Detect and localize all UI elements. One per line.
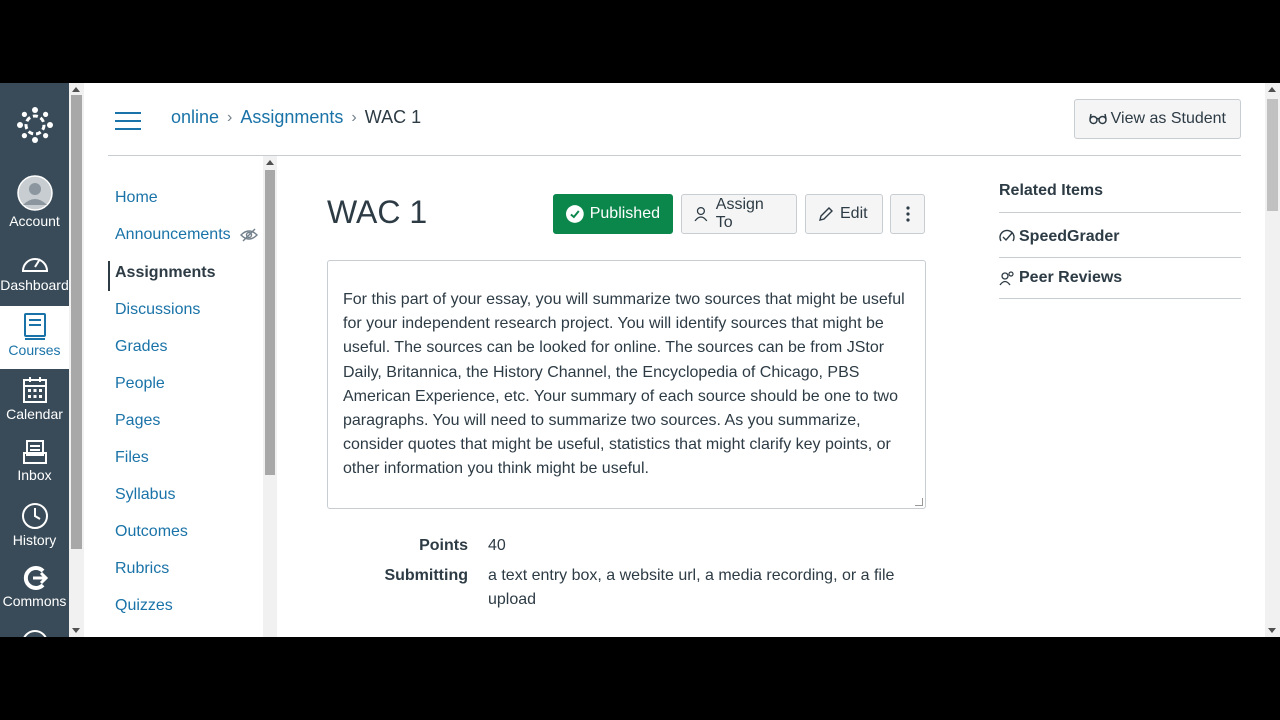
courses-icon xyxy=(23,313,46,340)
scrollbar-thumb[interactable] xyxy=(265,170,275,475)
breadcrumb-chevron-icon: › xyxy=(227,108,233,126)
course-nav-home[interactable]: Home xyxy=(115,189,158,207)
speedgrader-icon xyxy=(999,229,1015,242)
left-scrollbar[interactable] xyxy=(69,83,84,637)
global-nav-label: Courses xyxy=(8,342,61,358)
course-nav-syllabus[interactable]: Syllabus xyxy=(115,486,175,504)
edit-button[interactable]: Edit xyxy=(805,194,883,234)
assign-to-button[interactable]: Assign To xyxy=(681,194,797,234)
course-nav-assignments[interactable]: Assignments xyxy=(115,264,215,282)
global-nav-commons[interactable]: Commons xyxy=(0,559,69,622)
breadcrumb-current: WAC 1 xyxy=(364,107,422,127)
points-label: Points xyxy=(419,537,468,554)
course-nav-active-indicator xyxy=(108,261,110,291)
glasses-icon xyxy=(1088,113,1107,125)
scroll-up-arrow-icon[interactable] xyxy=(1268,87,1276,92)
global-nav-dashboard[interactable]: Dashboard xyxy=(0,243,69,306)
breadcrumb: online › Assignments › WAC 1 xyxy=(171,107,421,128)
more-options-button[interactable] xyxy=(890,194,925,234)
course-nav-people[interactable]: People xyxy=(115,375,165,393)
calendar-icon xyxy=(22,377,47,403)
scroll-down-arrow-icon[interactable] xyxy=(1268,628,1276,633)
scrollbar-thumb[interactable] xyxy=(1267,99,1278,211)
related-items-heading: Related Items xyxy=(999,182,1104,199)
submitting-row: Submitting a text entry box, a website u… xyxy=(327,564,927,612)
help-icon xyxy=(22,630,47,637)
peer-review-icon xyxy=(999,271,1014,286)
course-nav-scrollbar[interactable] xyxy=(263,156,277,637)
user-icon xyxy=(694,206,708,222)
dashboard-icon xyxy=(21,258,48,272)
inbox-icon xyxy=(22,440,47,464)
divider xyxy=(999,298,1241,299)
published-button[interactable]: Published xyxy=(553,194,673,234)
global-nav-label: Dashboard xyxy=(0,277,69,293)
canvas-logo-icon[interactable] xyxy=(0,83,69,167)
course-nav-outcomes[interactable]: Outcomes xyxy=(115,523,188,541)
page-header: online › Assignments › WAC 1 View as Stu… xyxy=(108,83,1241,156)
divider xyxy=(999,212,1241,213)
global-nav-account[interactable]: Account xyxy=(0,169,69,232)
course-nav: Home Announcements Assignments Discussio… xyxy=(108,156,263,637)
course-nav-discussions[interactable]: Discussions xyxy=(115,301,200,319)
divider xyxy=(999,257,1241,258)
global-nav-history[interactable]: History xyxy=(0,496,69,559)
check-circle-icon xyxy=(566,205,584,223)
breadcrumb-chevron-icon: › xyxy=(351,108,357,126)
course-nav-pages[interactable]: Pages xyxy=(115,412,160,430)
global-nav-label: Calendar xyxy=(6,406,63,422)
scroll-down-arrow-icon[interactable] xyxy=(72,628,80,633)
global-nav-label: History xyxy=(12,532,57,548)
global-nav-help[interactable] xyxy=(0,623,69,637)
assign-to-label: Assign To xyxy=(715,196,764,231)
course-nav-announcements[interactable]: Announcements xyxy=(115,226,231,244)
pencil-icon xyxy=(819,207,833,221)
global-nav-label: Commons xyxy=(2,593,67,609)
global-nav-label: Account xyxy=(9,213,60,229)
description-text: For this part of your essay, you will su… xyxy=(343,291,905,478)
view-as-student-label: View as Student xyxy=(1110,110,1226,127)
commons-icon xyxy=(23,566,48,590)
course-nav-grades[interactable]: Grades xyxy=(115,338,167,356)
hamburger-menu-icon[interactable] xyxy=(115,112,141,130)
breadcrumb-assignments-link[interactable]: Assignments xyxy=(240,107,343,128)
account-icon xyxy=(16,175,53,211)
points-value: 40 xyxy=(488,537,506,554)
resize-handle-icon[interactable] xyxy=(915,498,923,506)
assignment-main: WAC 1 Published Assign To Edit For this … xyxy=(327,156,927,637)
course-nav-rubrics[interactable]: Rubrics xyxy=(115,560,169,578)
submitting-value: a text entry box, a website url, a media… xyxy=(488,567,895,608)
global-nav-inbox[interactable]: Inbox xyxy=(0,433,69,496)
global-nav-label: Inbox xyxy=(17,467,52,483)
page-scrollbar[interactable] xyxy=(1265,83,1280,637)
scrollbar-thumb[interactable] xyxy=(71,95,82,549)
breadcrumb-course-link[interactable]: online xyxy=(171,107,219,128)
scroll-up-arrow-icon[interactable] xyxy=(72,87,80,92)
assignment-description[interactable]: For this part of your essay, you will su… xyxy=(327,260,926,509)
peer-reviews-link[interactable]: Peer Reviews xyxy=(999,269,1122,287)
edit-label: Edit xyxy=(840,205,868,222)
course-nav-files[interactable]: Files xyxy=(115,449,149,467)
published-label: Published xyxy=(589,205,660,222)
points-row: Points 40 xyxy=(327,534,927,558)
global-nav-courses[interactable]: Courses xyxy=(0,306,69,369)
speedgrader-label: SpeedGrader xyxy=(1019,228,1120,245)
scroll-up-arrow-icon[interactable] xyxy=(266,160,274,165)
submitting-label: Submitting xyxy=(384,567,468,584)
assignment-title: WAC 1 xyxy=(327,194,428,230)
course-nav-quizzes[interactable]: Quizzes xyxy=(115,597,173,615)
canvas-app: Account Dashboard Courses Calendar Inbox… xyxy=(0,83,1280,637)
peer-reviews-label: Peer Reviews xyxy=(1019,269,1123,286)
history-icon xyxy=(21,503,48,529)
hidden-eye-icon xyxy=(240,228,258,242)
view-as-student-button[interactable]: View as Student xyxy=(1073,99,1241,139)
kebab-menu-icon xyxy=(905,206,910,222)
speedgrader-link[interactable]: SpeedGrader xyxy=(999,228,1119,246)
global-nav: Account Dashboard Courses Calendar Inbox… xyxy=(0,83,69,637)
assignment-details: Points 40 Submitting a text entry box, a… xyxy=(327,534,927,618)
global-nav-calendar[interactable]: Calendar xyxy=(0,370,69,433)
